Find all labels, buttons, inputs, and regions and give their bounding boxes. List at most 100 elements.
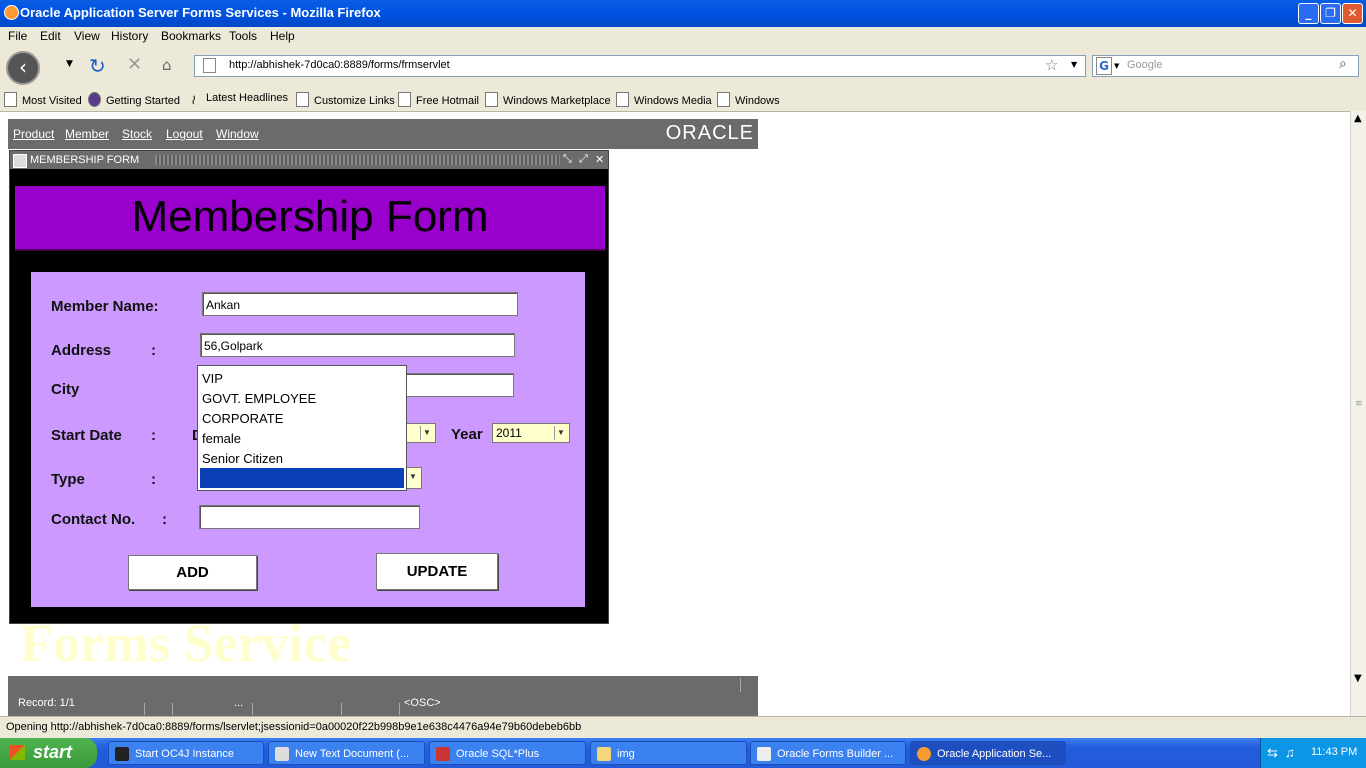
- bookmark-windows[interactable]: Windows: [717, 92, 780, 107]
- task-oracle-application-server[interactable]: Oracle Application Se...: [910, 741, 1066, 765]
- system-tray: ⇆ ♫ 11:43 PM: [1260, 738, 1366, 768]
- applet-menu-logout[interactable]: Logout: [166, 127, 203, 141]
- page-scrollbar[interactable]: ▲ ≡ ▼: [1350, 111, 1366, 716]
- clock[interactable]: 11:43 PM: [1311, 746, 1357, 758]
- console-icon: [115, 747, 129, 761]
- applet-menu-product[interactable]: Product: [13, 127, 54, 141]
- type-option-senior-citizen[interactable]: Senior Citizen: [202, 451, 283, 466]
- type-dropdown-list[interactable]: VIP GOVT. EMPLOYEE CORPORATE female Seni…: [197, 365, 407, 491]
- bookmark-label: Most Visited: [22, 95, 82, 107]
- scroll-up-icon[interactable]: ▲: [1354, 113, 1362, 124]
- form-heading: Membership Form: [131, 192, 489, 241]
- menu-tools[interactable]: Tools: [229, 29, 257, 43]
- start-label: start: [33, 742, 73, 762]
- contact-field[interactable]: [199, 505, 420, 529]
- back-button[interactable]: ‹: [6, 51, 40, 85]
- menu-view[interactable]: View: [74, 29, 100, 43]
- search-placeholder: Google: [1127, 59, 1163, 71]
- task-oc4j[interactable]: Start OC4J Instance: [108, 741, 264, 765]
- update-button[interactable]: UPDATE: [376, 553, 498, 590]
- page-icon: [485, 92, 498, 107]
- start-date-colon: :: [151, 427, 156, 444]
- start-button[interactable]: start: [0, 738, 97, 768]
- task-text-document[interactable]: New Text Document (...: [268, 741, 425, 765]
- folder-icon: [597, 747, 611, 761]
- navigation-toolbar: ‹ ▼ ↻ ✕ ⌂ http://abhishek-7d0ca0:8889/fo…: [0, 47, 1366, 87]
- bookmark-windows-media[interactable]: Windows Media: [616, 92, 712, 107]
- applet-menu-window[interactable]: Window: [216, 127, 259, 141]
- menu-history[interactable]: History: [111, 29, 148, 43]
- scroll-grip-icon[interactable]: ≡: [1355, 399, 1363, 409]
- form-header: Membership Form: [15, 186, 605, 251]
- close-button[interactable]: ✕: [1342, 3, 1363, 24]
- task-label: img: [617, 748, 635, 760]
- bookmark-star-icon[interactable]: ☆: [1045, 56, 1058, 74]
- status-divider: [172, 703, 173, 715]
- type-option-govt-employee[interactable]: GOVT. EMPLOYEE: [202, 391, 316, 406]
- type-option-blank-selected[interactable]: [200, 468, 404, 488]
- bookmark-label: Free Hotmail: [416, 95, 479, 107]
- bookmark-label: Getting Started: [106, 95, 180, 107]
- volume-icon[interactable]: ♫: [1285, 745, 1295, 760]
- windows-logo-icon: [10, 745, 25, 760]
- bookmark-label: Windows: [735, 95, 780, 107]
- record-indicator: Record: 1/1: [18, 697, 75, 709]
- bookmark-label: Windows Media: [634, 95, 712, 107]
- form-window-title-bar[interactable]: MEMBERSHIP FORM ⤡ ⤢ ✕: [10, 151, 608, 169]
- applet-status-bar: Record: 1/1 ... <OSC>: [8, 676, 758, 716]
- status-divider: [399, 703, 400, 715]
- type-option-corporate[interactable]: CORPORATE: [202, 411, 283, 426]
- minimize-icon[interactable]: ⤡: [563, 153, 572, 166]
- minimize-button[interactable]: _: [1298, 3, 1319, 24]
- reload-icon[interactable]: ↻: [89, 54, 106, 78]
- firefox-bookmark-icon: [88, 92, 101, 107]
- google-icon[interactable]: G: [1096, 57, 1112, 75]
- menu-file[interactable]: File: [8, 29, 27, 43]
- history-dropdown-icon[interactable]: ▼: [66, 59, 73, 69]
- bookmark-getting-started[interactable]: Getting Started: [88, 92, 180, 107]
- search-engine-dropdown-icon[interactable]: ▼: [1114, 62, 1119, 70]
- member-name-field[interactable]: Ankan: [202, 292, 518, 316]
- windows-taskbar: start Start OC4J Instance New Text Docum…: [0, 738, 1366, 768]
- city-label: City: [51, 381, 80, 398]
- search-box[interactable]: G ▼ Google ⌕: [1092, 55, 1359, 77]
- browser-menubar: File Edit View History Bookmarks Tools H…: [0, 27, 1366, 47]
- menu-help[interactable]: Help: [270, 29, 295, 43]
- bookmark-free-hotmail[interactable]: Free Hotmail: [398, 92, 479, 107]
- bookmark-latest-headlines[interactable]: ⌇ Latest Headlines: [190, 92, 288, 107]
- page-icon: [616, 92, 629, 107]
- home-icon[interactable]: ⌂: [162, 56, 172, 74]
- contact-colon: :: [162, 511, 167, 528]
- form-window-icon: [13, 154, 27, 168]
- maximize-button[interactable]: ❐: [1320, 3, 1341, 24]
- network-icon[interactable]: ⇆: [1267, 745, 1278, 761]
- close-icon[interactable]: ✕: [595, 153, 604, 166]
- year-select[interactable]: 2011 ▼: [492, 423, 570, 443]
- bookmark-windows-marketplace[interactable]: Windows Marketplace: [485, 92, 611, 107]
- menu-edit[interactable]: Edit: [40, 29, 61, 43]
- window-title-bar[interactable]: Oracle Application Server Forms Services…: [0, 0, 1366, 27]
- url-bar[interactable]: http://abhishek-7d0ca0:8889/forms/frmser…: [194, 55, 1086, 77]
- bookmark-most-visited[interactable]: Most Visited: [4, 92, 82, 107]
- scroll-down-icon[interactable]: ▼: [1354, 673, 1362, 684]
- bookmark-customize-links[interactable]: Customize Links: [296, 92, 395, 107]
- address-field[interactable]: 56,Golpark: [200, 333, 515, 357]
- menu-bookmarks[interactable]: Bookmarks: [161, 29, 221, 43]
- applet-menu-stock[interactable]: Stock: [122, 127, 152, 141]
- search-icon[interactable]: ⌕: [1339, 56, 1347, 72]
- applet-menu-member[interactable]: Member: [65, 127, 109, 141]
- status-divider: [252, 703, 253, 715]
- maximize-icon[interactable]: ⤢: [579, 153, 588, 166]
- url-dropdown-icon[interactable]: ▼: [1071, 60, 1077, 69]
- stop-icon[interactable]: ✕: [127, 54, 142, 75]
- task-sqlplus[interactable]: Oracle SQL*Plus: [429, 741, 586, 765]
- add-button[interactable]: ADD: [128, 555, 257, 590]
- task-img-folder[interactable]: img: [590, 741, 747, 765]
- type-option-vip[interactable]: VIP: [202, 371, 223, 386]
- task-forms-builder[interactable]: Oracle Forms Builder ...: [750, 741, 906, 765]
- applet-menubar: Product Member Stock Logout Window ORACL…: [8, 119, 758, 149]
- bookmark-label: Windows Marketplace: [503, 95, 611, 107]
- rss-icon: ⌇: [190, 95, 196, 107]
- type-option-female[interactable]: female: [202, 431, 241, 446]
- osc-indicator: <OSC>: [404, 697, 441, 709]
